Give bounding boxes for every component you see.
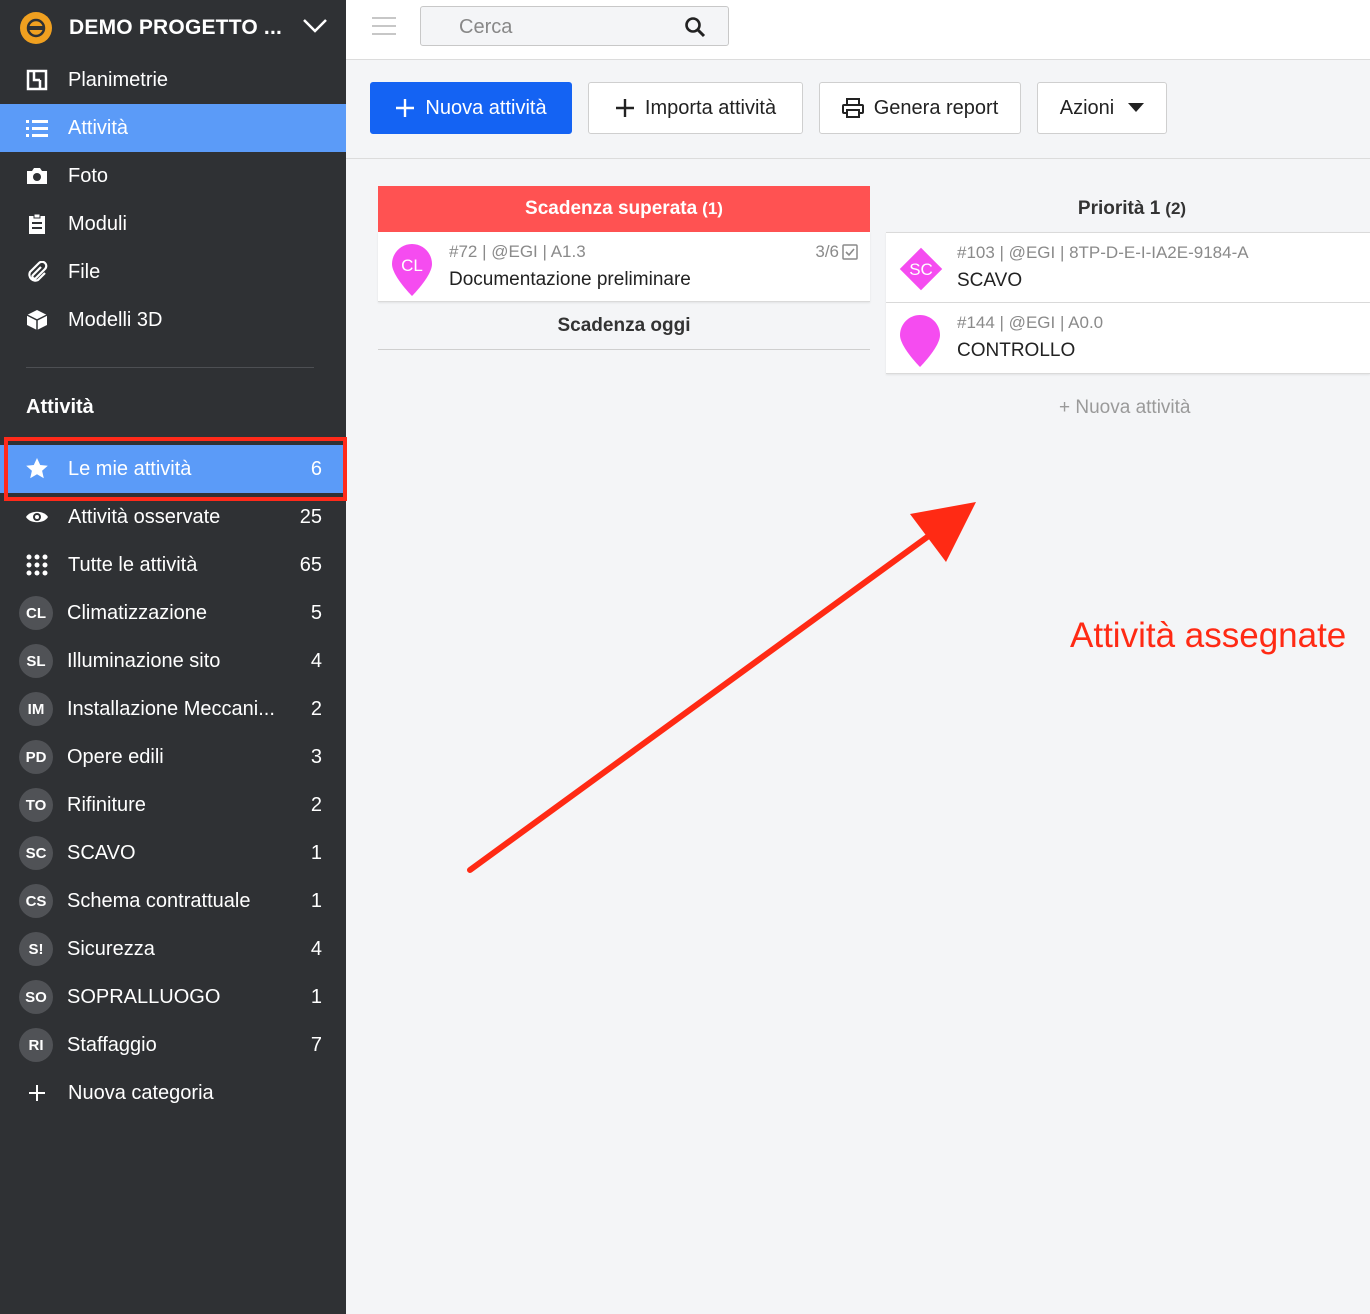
annotation-arrow [467,502,976,873]
annotation-text: Attività assegnate [1070,616,1347,655]
